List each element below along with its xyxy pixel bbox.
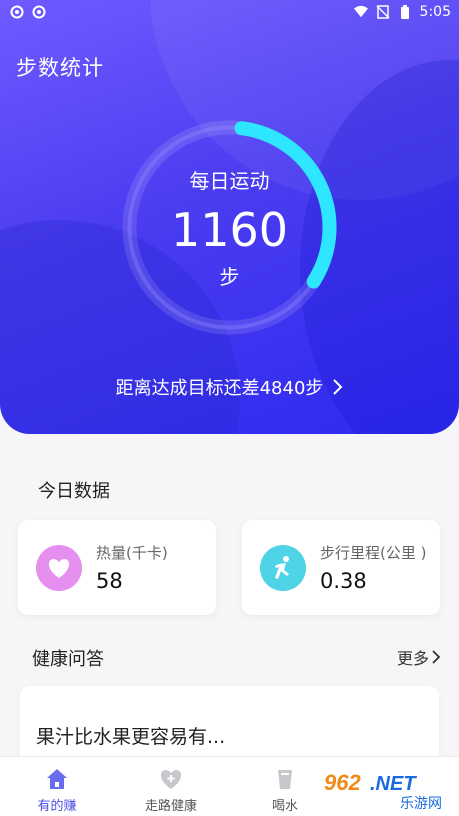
step-count: 1160 [170,203,289,257]
goal-remaining-text: 距离达成目标还差4840步 [115,378,324,399]
distance-label: 步行里程(公里 ) [320,544,427,562]
heart-plus-icon [160,770,182,789]
ring-label: 每日运动 [189,169,270,193]
cup-icon [278,770,292,789]
site-watermark: 962 .NET 乐游网 [318,768,458,812]
qa-question: 果汁比水果更容易有... [36,726,226,748]
status-time: 5:05 [419,4,451,20]
home-icon [47,769,67,789]
wifi-icon [353,5,368,18]
today-data-title: 今日数据 [38,481,110,502]
calories-label: 热量(千卡) [96,544,168,562]
svg-text:乐游网: 乐游网 [400,796,442,812]
distance-value: 0.38 [320,569,367,593]
svg-text:962: 962 [324,770,361,795]
battery-icon [400,5,409,19]
chevron-right-icon [333,379,343,395]
more-label: 更多 [396,649,429,668]
more-link[interactable]: 更多 [397,645,441,669]
qa-list-item[interactable]: 果汁比水果更容易有... [20,686,439,766]
calories-value: 58 [96,569,123,593]
app-notification-icon [32,5,46,19]
status-bar: 5:05 [0,0,459,26]
page-title: 步数统计 [16,56,104,80]
app-screen: 5:05 步数统计 每日运动 1160 步 距离达成目标还差4840步 今日数据… [0,0,459,816]
no-sim-icon [376,5,390,19]
calories-card[interactable]: 热量(千卡) 58 [18,520,216,615]
running-icon [260,545,306,591]
step-unit: 步 [219,265,240,289]
tab-label: 有的赚 [37,799,77,814]
tab-earn[interactable]: 有的赚 [0,757,114,816]
distance-card[interactable]: 步行里程(公里 ) 0.38 [242,520,440,615]
chevron-right-icon [432,650,441,664]
tab-walk-health[interactable]: 走路健康 [114,757,228,816]
tab-label: 走路健康 [144,799,197,814]
svg-text:.NET: .NET [370,773,417,795]
health-qa-title: 健康问答 [32,649,104,670]
goal-remaining-link[interactable]: 距离达成目标还差4840步 [0,374,459,400]
heart-icon [36,545,82,591]
app-notification-icon [10,5,24,19]
tab-label: 喝水 [271,799,298,814]
